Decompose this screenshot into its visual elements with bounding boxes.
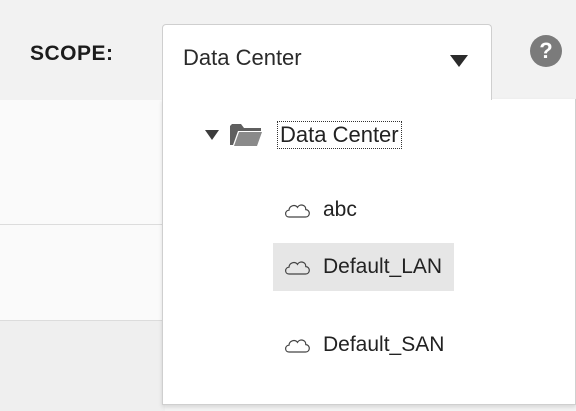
scope-selected-value: Data Center bbox=[183, 45, 302, 70]
scope-label: SCOPE: bbox=[30, 42, 114, 65]
tree-root-item[interactable]: Data Center bbox=[205, 119, 402, 151]
tree-item-label: Default_LAN bbox=[323, 255, 443, 278]
tree-item-label: Default_SAN bbox=[323, 333, 445, 356]
caret-down-icon[interactable] bbox=[450, 55, 468, 67]
help-icon[interactable]: ? bbox=[530, 35, 562, 67]
cloud-icon bbox=[285, 204, 310, 218]
tree-item-default-lan[interactable]: Default_LAN bbox=[273, 243, 455, 291]
folder-icon bbox=[230, 124, 262, 146]
tree-item-abc[interactable]: abc bbox=[273, 194, 369, 226]
cloud-icon bbox=[285, 339, 310, 353]
expand-toggle-icon[interactable] bbox=[205, 130, 219, 140]
tree-item-label: abc bbox=[323, 198, 357, 221]
scope-dropdown[interactable]: Data Center bbox=[162, 24, 492, 100]
left-panel bbox=[0, 100, 165, 411]
cloud-icon bbox=[285, 261, 310, 275]
left-panel-row bbox=[0, 224, 165, 225]
tree-item-default-san[interactable]: Default_SAN bbox=[273, 329, 456, 361]
scope-tree-panel: Data Center abc Default_LAN Default_SAN bbox=[162, 99, 576, 405]
tree-root-label: Data Center bbox=[277, 121, 402, 149]
left-panel-row bbox=[0, 320, 165, 411]
